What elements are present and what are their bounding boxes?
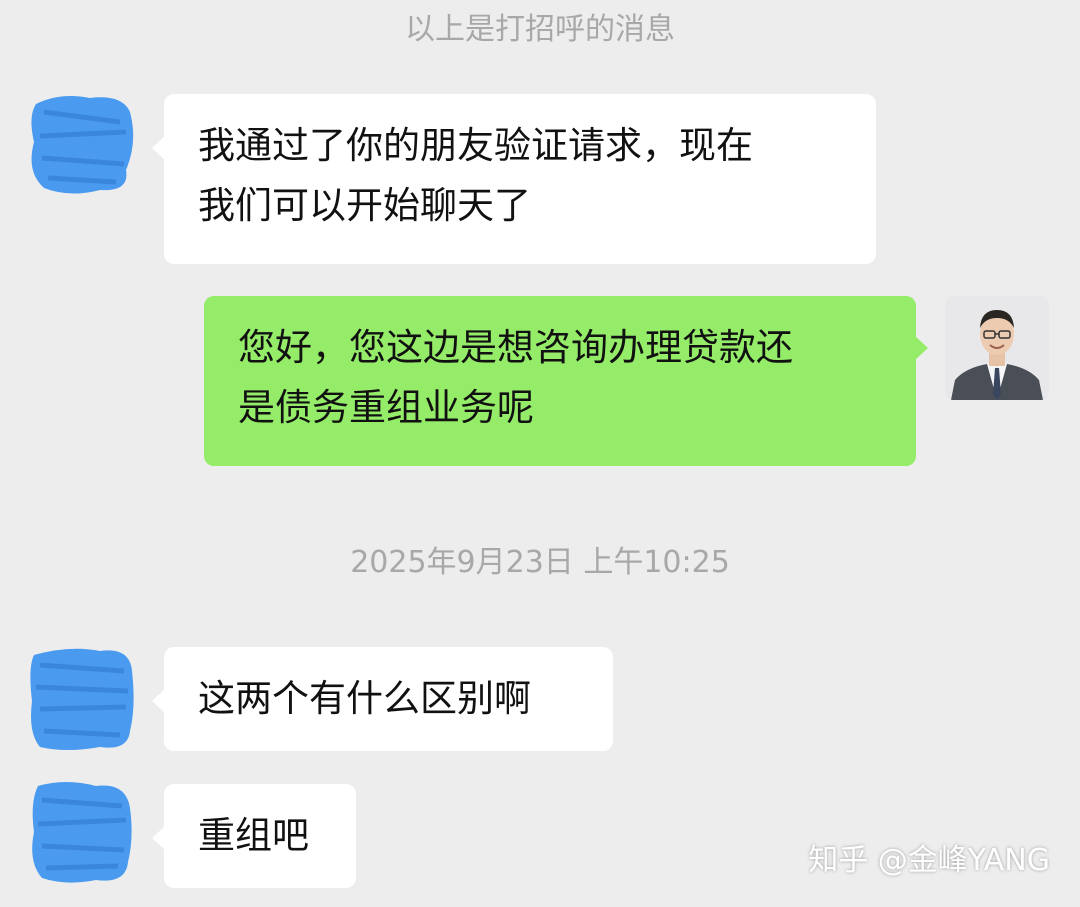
my-avatar-photo-icon[interactable] bbox=[945, 296, 1049, 400]
message-text: 是债务重组业务呢 bbox=[238, 386, 534, 429]
contact-avatar-redacted-icon[interactable] bbox=[30, 92, 134, 196]
message-text: 我们可以开始聊天了 bbox=[198, 184, 531, 227]
message-bubble-incoming[interactable]: 我通过了你的朋友验证请求，现在 我们可以开始聊天了 bbox=[152, 94, 876, 264]
message-bubble-outgoing[interactable]: 您好，您这边是想咨询办理贷款还 是债务重组业务呢 bbox=[204, 296, 928, 466]
timestamp: 2025年9月23日 上午10:25 bbox=[350, 545, 730, 580]
message-text: 重组吧 bbox=[198, 814, 309, 857]
system-notice: 以上是打招呼的消息 bbox=[405, 12, 675, 47]
contact-avatar-redacted-icon[interactable] bbox=[30, 780, 134, 884]
message-text: 这两个有什么区别啊 bbox=[198, 677, 531, 720]
message-text: 您好，您这边是想咨询办理贷款还 bbox=[238, 326, 793, 369]
message-bubble-incoming[interactable]: 重组吧 bbox=[152, 784, 356, 888]
contact-avatar-redacted-icon[interactable] bbox=[30, 647, 134, 751]
watermark: 知乎 @金峰YANG bbox=[808, 843, 1050, 878]
chat-window: 以上是打招呼的消息 我通过了你的朋友验证请求，现在 我们可以开始聊天了 您好，您… bbox=[0, 0, 1080, 907]
message-bubble-incoming[interactable]: 这两个有什么区别啊 bbox=[152, 647, 613, 751]
message-text: 我通过了你的朋友验证请求，现在 bbox=[198, 124, 753, 167]
